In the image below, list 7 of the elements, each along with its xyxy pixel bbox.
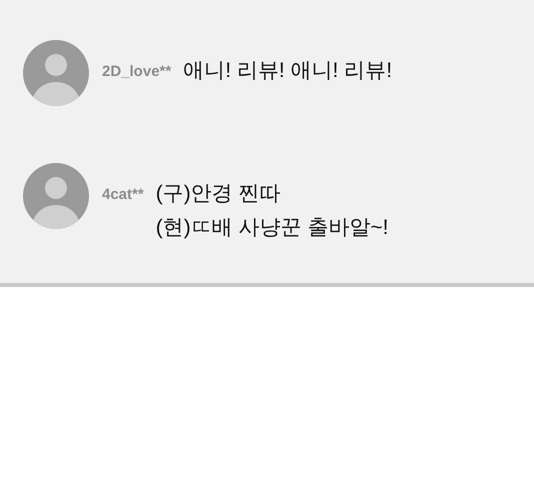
username: 4cat** bbox=[102, 186, 144, 203]
avatar-icon bbox=[23, 40, 89, 106]
comment-text: 애니! 리뷰! 애니! 리뷰! bbox=[183, 58, 392, 84]
username: 2D_love** bbox=[102, 63, 172, 80]
comment-text: (구)안경 찐따 bbox=[156, 181, 282, 207]
comment-text: (현)ㄸ배 사냥꾼 출바알~! bbox=[156, 215, 388, 241]
avatar-icon bbox=[23, 163, 89, 229]
